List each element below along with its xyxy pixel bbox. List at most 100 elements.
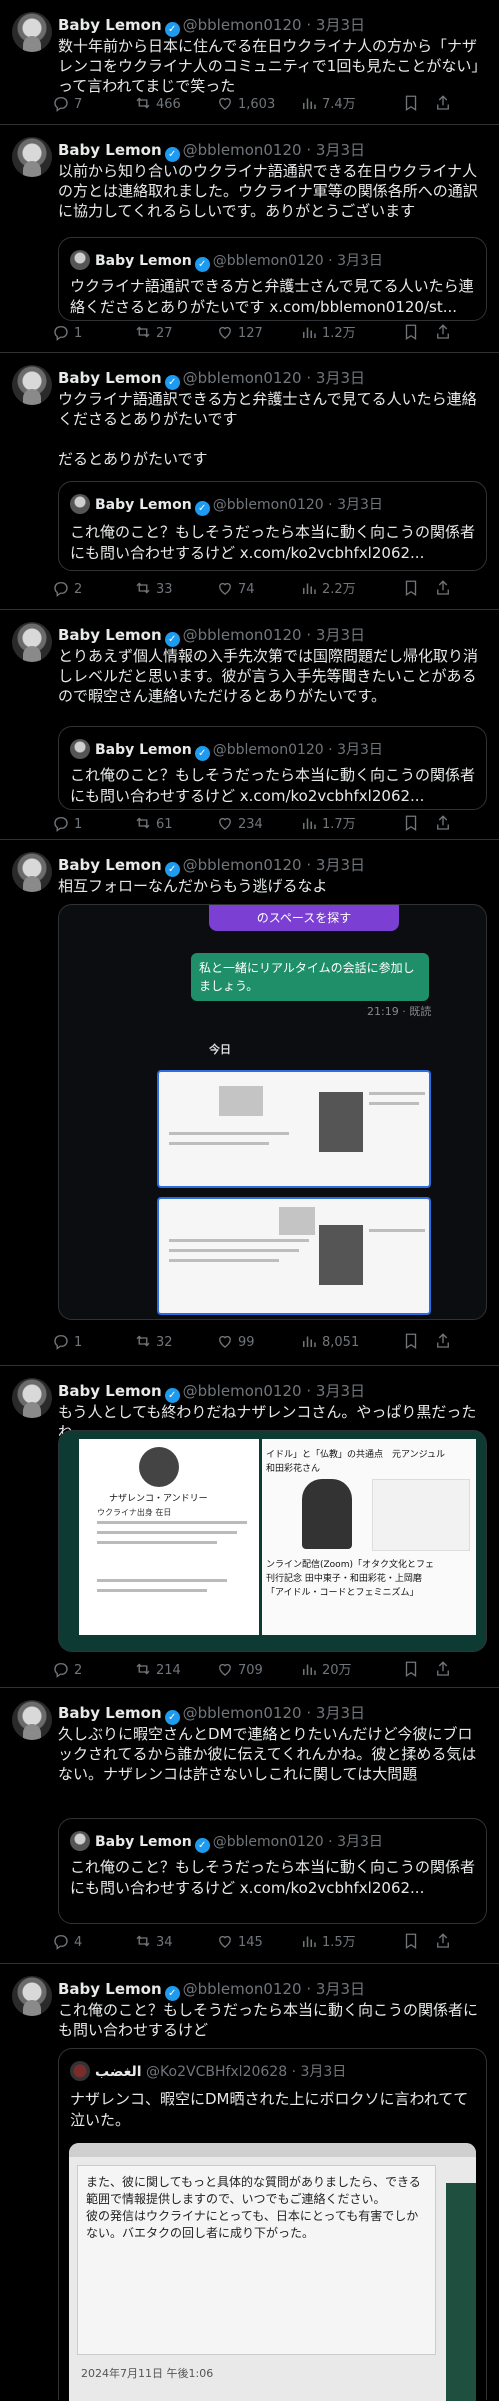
reply-button[interactable]: 4 [52, 1932, 82, 1952]
bookmark-button[interactable] [402, 1660, 424, 1680]
avatar[interactable] [12, 852, 52, 892]
media-image[interactable]: ナザレンコ・アンドリー ウクライナ出身 在日 イドル」と「仏教」の共通点 元アン… [58, 1430, 487, 1652]
article-screenshot: イドル」と「仏教」の共通点 元アンジュル 和田彩花さん ンライン配信(Zoom)… [262, 1439, 476, 1635]
author-name[interactable]: Baby Lemon [58, 1382, 162, 1400]
author-handle[interactable]: @bblemon0120 [183, 141, 302, 159]
retweet-button[interactable]: 61 [134, 814, 173, 834]
author-handle[interactable]: @bblemon0120 [183, 626, 302, 644]
like-button[interactable]: 74 [216, 579, 255, 599]
author-name[interactable]: Baby Lemon [58, 626, 162, 644]
share-button[interactable] [434, 1932, 456, 1952]
quoted-tweet[interactable]: Baby Lemon ✓ @bblemon0120 · 3月3日 これ俺のこと？もし… [58, 726, 487, 810]
reply-button[interactable]: 1 [52, 1332, 82, 1352]
share-button[interactable] [434, 579, 456, 599]
bookmark-button[interactable] [402, 1932, 424, 1952]
author-name[interactable]: Baby Lemon [58, 1980, 162, 1998]
reply-button[interactable]: 2 [52, 579, 82, 599]
views-button[interactable]: 8,051 [300, 1332, 359, 1352]
share-icon [434, 1661, 456, 1678]
author-handle[interactable]: @bblemon0120 [183, 369, 302, 387]
avatar[interactable] [12, 1700, 52, 1740]
retweet-count: 34 [156, 1935, 173, 1950]
author-handle[interactable]: @bblemon0120 [183, 1980, 302, 1998]
reply-button[interactable]: 1 [52, 814, 82, 834]
author-handle[interactable]: @bblemon0120 [183, 856, 302, 874]
share-button[interactable] [434, 94, 456, 114]
quoted-tweet[interactable]: الغضب @Ko2VCBHfxl20628 · 3月3日 ナザレンコ、暇空にD… [58, 2048, 487, 2401]
reply-button[interactable]: 1 [52, 323, 82, 343]
views-button[interactable]: 1.5万 [300, 1932, 356, 1952]
like-button[interactable]: 709 [216, 1660, 263, 1680]
tweet-date[interactable]: 3月3日 [316, 141, 365, 159]
avatar[interactable] [12, 622, 52, 662]
quoted-tweet[interactable]: Baby Lemon ✓ @bblemon0120 · 3月3日 これ俺のこと？もし… [58, 1818, 487, 1924]
views-button[interactable]: 1.2万 [300, 323, 356, 343]
bookmark-icon [402, 324, 424, 341]
like-button[interactable]: 99 [216, 1332, 255, 1352]
views-button[interactable]: 2.2万 [300, 579, 356, 599]
author-name[interactable]: Baby Lemon [58, 369, 162, 387]
avatar[interactable] [12, 12, 52, 52]
verified-badge-icon: ✓ [164, 375, 180, 390]
quoted-tweet[interactable]: Baby Lemon ✓ @bblemon0120 · 3月3日 これ俺のこと？もし… [58, 481, 487, 571]
tweet-2[interactable]: Baby Lemon ✓ @bblemon0120 · 3月3日 以前から知り合いの… [0, 125, 499, 353]
reply-button[interactable]: 2 [52, 1660, 82, 1680]
avatar[interactable] [12, 1976, 52, 2016]
quoted-tweet[interactable]: Baby Lemon ✓ @bblemon0120 · 3月3日 ウクライナ語通訳で… [58, 237, 487, 321]
avatar[interactable] [12, 137, 52, 177]
tweet-3[interactable]: Baby Lemon ✓ @bblemon0120 · 3月3日 ウクライナ語通訳で… [0, 353, 499, 610]
author-name[interactable]: Baby Lemon [58, 856, 162, 874]
tweet-8[interactable]: Baby Lemon ✓ @bblemon0120 · 3月3日 これ俺のこと？もし… [0, 1964, 499, 2401]
share-button[interactable] [434, 323, 456, 343]
tweet-date[interactable]: 3月3日 [316, 369, 365, 387]
bookmark-button[interactable] [402, 323, 424, 343]
like-button[interactable]: 1,603 [216, 94, 275, 114]
views-button[interactable]: 1.7万 [300, 814, 356, 834]
tweet-7[interactable]: Baby Lemon ✓ @bblemon0120 · 3月3日 久しぶりに暇空さん… [0, 1688, 499, 1964]
like-button[interactable]: 127 [216, 323, 263, 343]
retweet-button[interactable]: 33 [134, 579, 173, 599]
bookmark-button[interactable] [402, 814, 424, 834]
author-name[interactable]: Baby Lemon [58, 1704, 162, 1722]
views-button[interactable]: 7.4万 [300, 94, 356, 114]
author-handle[interactable]: @bblemon0120 [183, 1382, 302, 1400]
like-button[interactable]: 234 [216, 814, 263, 834]
author-name[interactable]: Baby Lemon [58, 141, 162, 159]
avatar[interactable] [12, 1378, 52, 1418]
tweet-6[interactable]: Baby Lemon ✓ @bblemon0120 · 3月3日 もう人としても終わ… [0, 1366, 499, 1688]
retweet-button[interactable]: 32 [134, 1332, 173, 1352]
quoted-text: これ俺のこと？もしそうだったら本当に動く向こうの関係者にも問い合わせするけど x… [70, 1858, 476, 1897]
bookmark-button[interactable] [402, 94, 424, 114]
retweet-button[interactable]: 214 [134, 1660, 181, 1680]
share-button[interactable] [434, 1332, 456, 1352]
views-button[interactable]: 20万 [300, 1660, 352, 1680]
bookmark-button[interactable] [402, 1332, 424, 1352]
author-name[interactable]: Baby Lemon [58, 16, 162, 34]
like-button[interactable]: 145 [216, 1932, 263, 1952]
tweet-date[interactable]: 3月3日 [316, 16, 365, 34]
tweet-date[interactable]: 3月3日 [316, 1382, 365, 1400]
retweet-button[interactable]: 466 [134, 94, 181, 114]
reply-button[interactable]: 7 [52, 94, 82, 114]
tweet-date[interactable]: 3月3日 [316, 1980, 365, 1998]
retweet-button[interactable]: 34 [134, 1932, 173, 1952]
verified-badge-icon: ✓ [164, 1710, 180, 1725]
tweet-4[interactable]: Baby Lemon ✓ @bblemon0120 · 3月3日 とりあえず個人情報… [0, 610, 499, 840]
bookmark-button[interactable] [402, 579, 424, 599]
tweet-date[interactable]: 3月3日 [316, 1704, 365, 1722]
share-button[interactable] [434, 814, 456, 834]
tweet-5[interactable]: Baby Lemon ✓ @bblemon0120 · 3月3日 相互フォローなんだ… [0, 840, 499, 1366]
tweet-1[interactable]: Baby Lemon ✓ @bblemon0120 · 3月3日 数十年前から日本に… [0, 0, 499, 125]
avatar[interactable] [12, 365, 52, 405]
views-icon [300, 97, 322, 112]
reply-count: 1 [74, 1335, 83, 1350]
author-handle[interactable]: @bblemon0120 [183, 1704, 302, 1722]
media-image[interactable]: のスペースを探す 私と一緒にリアルタイムの会話に参加しましょう。 21:19 ·… [58, 904, 487, 1320]
quoted-text: ナザレンコ、暇空にDM晒された上にボロクソに言われてて泣いた。 [70, 2090, 469, 2129]
share-button[interactable] [434, 1660, 456, 1680]
retweet-button[interactable]: 27 [134, 323, 173, 343]
tweet-date[interactable]: 3月3日 [316, 626, 365, 644]
tweet-date[interactable]: 3月3日 [316, 856, 365, 874]
author-handle[interactable]: @bblemon0120 [183, 16, 302, 34]
media-image[interactable]: また、彼に関してもっと具体的な質問がありましたら、できる範囲で情報提供しますので… [69, 2143, 476, 2401]
